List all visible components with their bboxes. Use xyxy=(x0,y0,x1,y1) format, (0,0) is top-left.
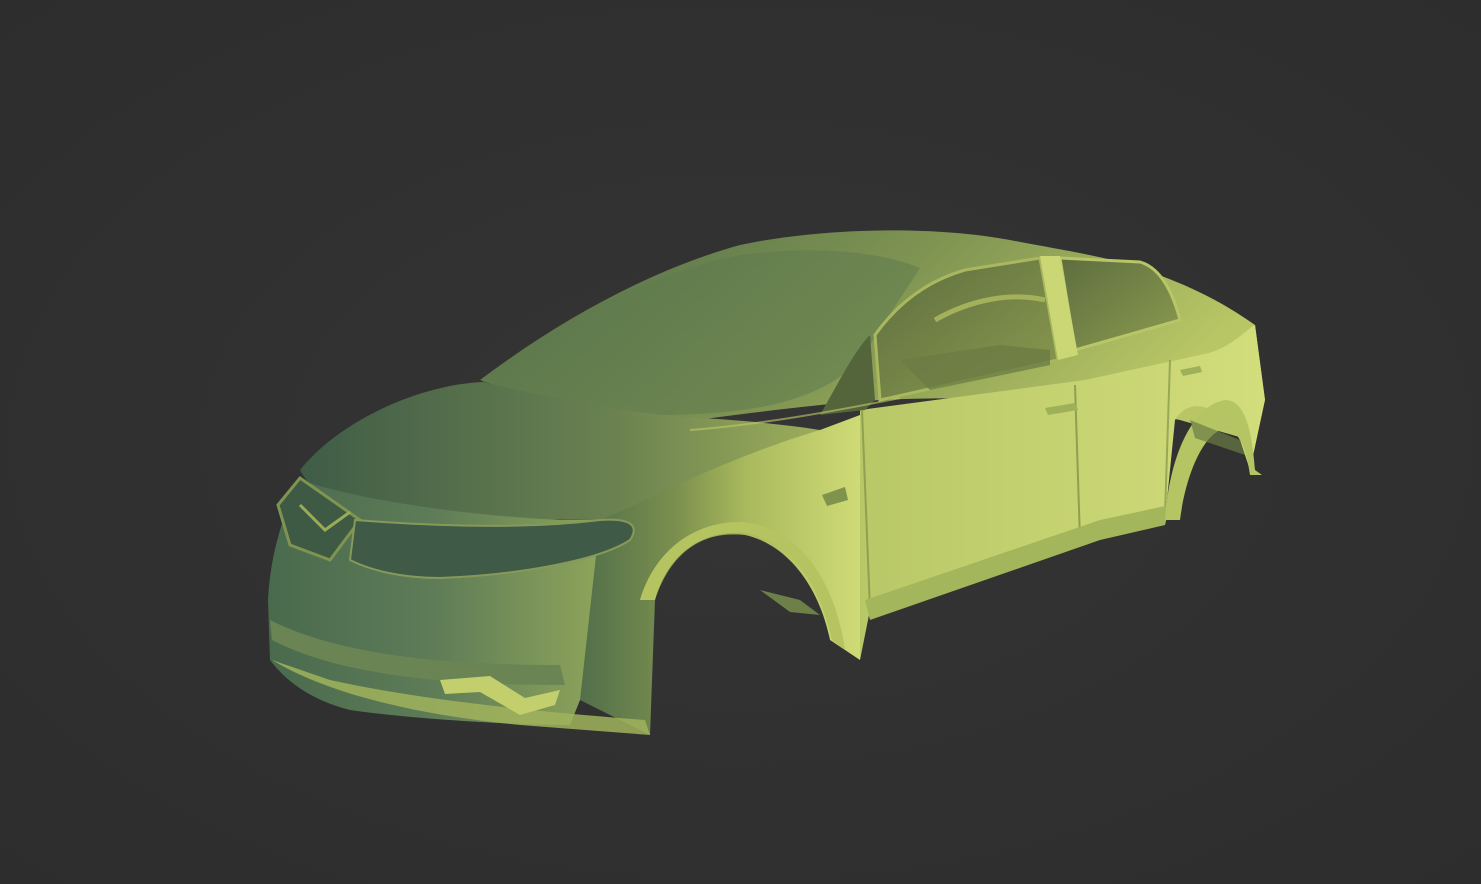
car-body-model[interactable] xyxy=(0,0,1481,884)
3d-viewport[interactable] xyxy=(0,0,1481,884)
front-inner-fender xyxy=(760,590,820,615)
